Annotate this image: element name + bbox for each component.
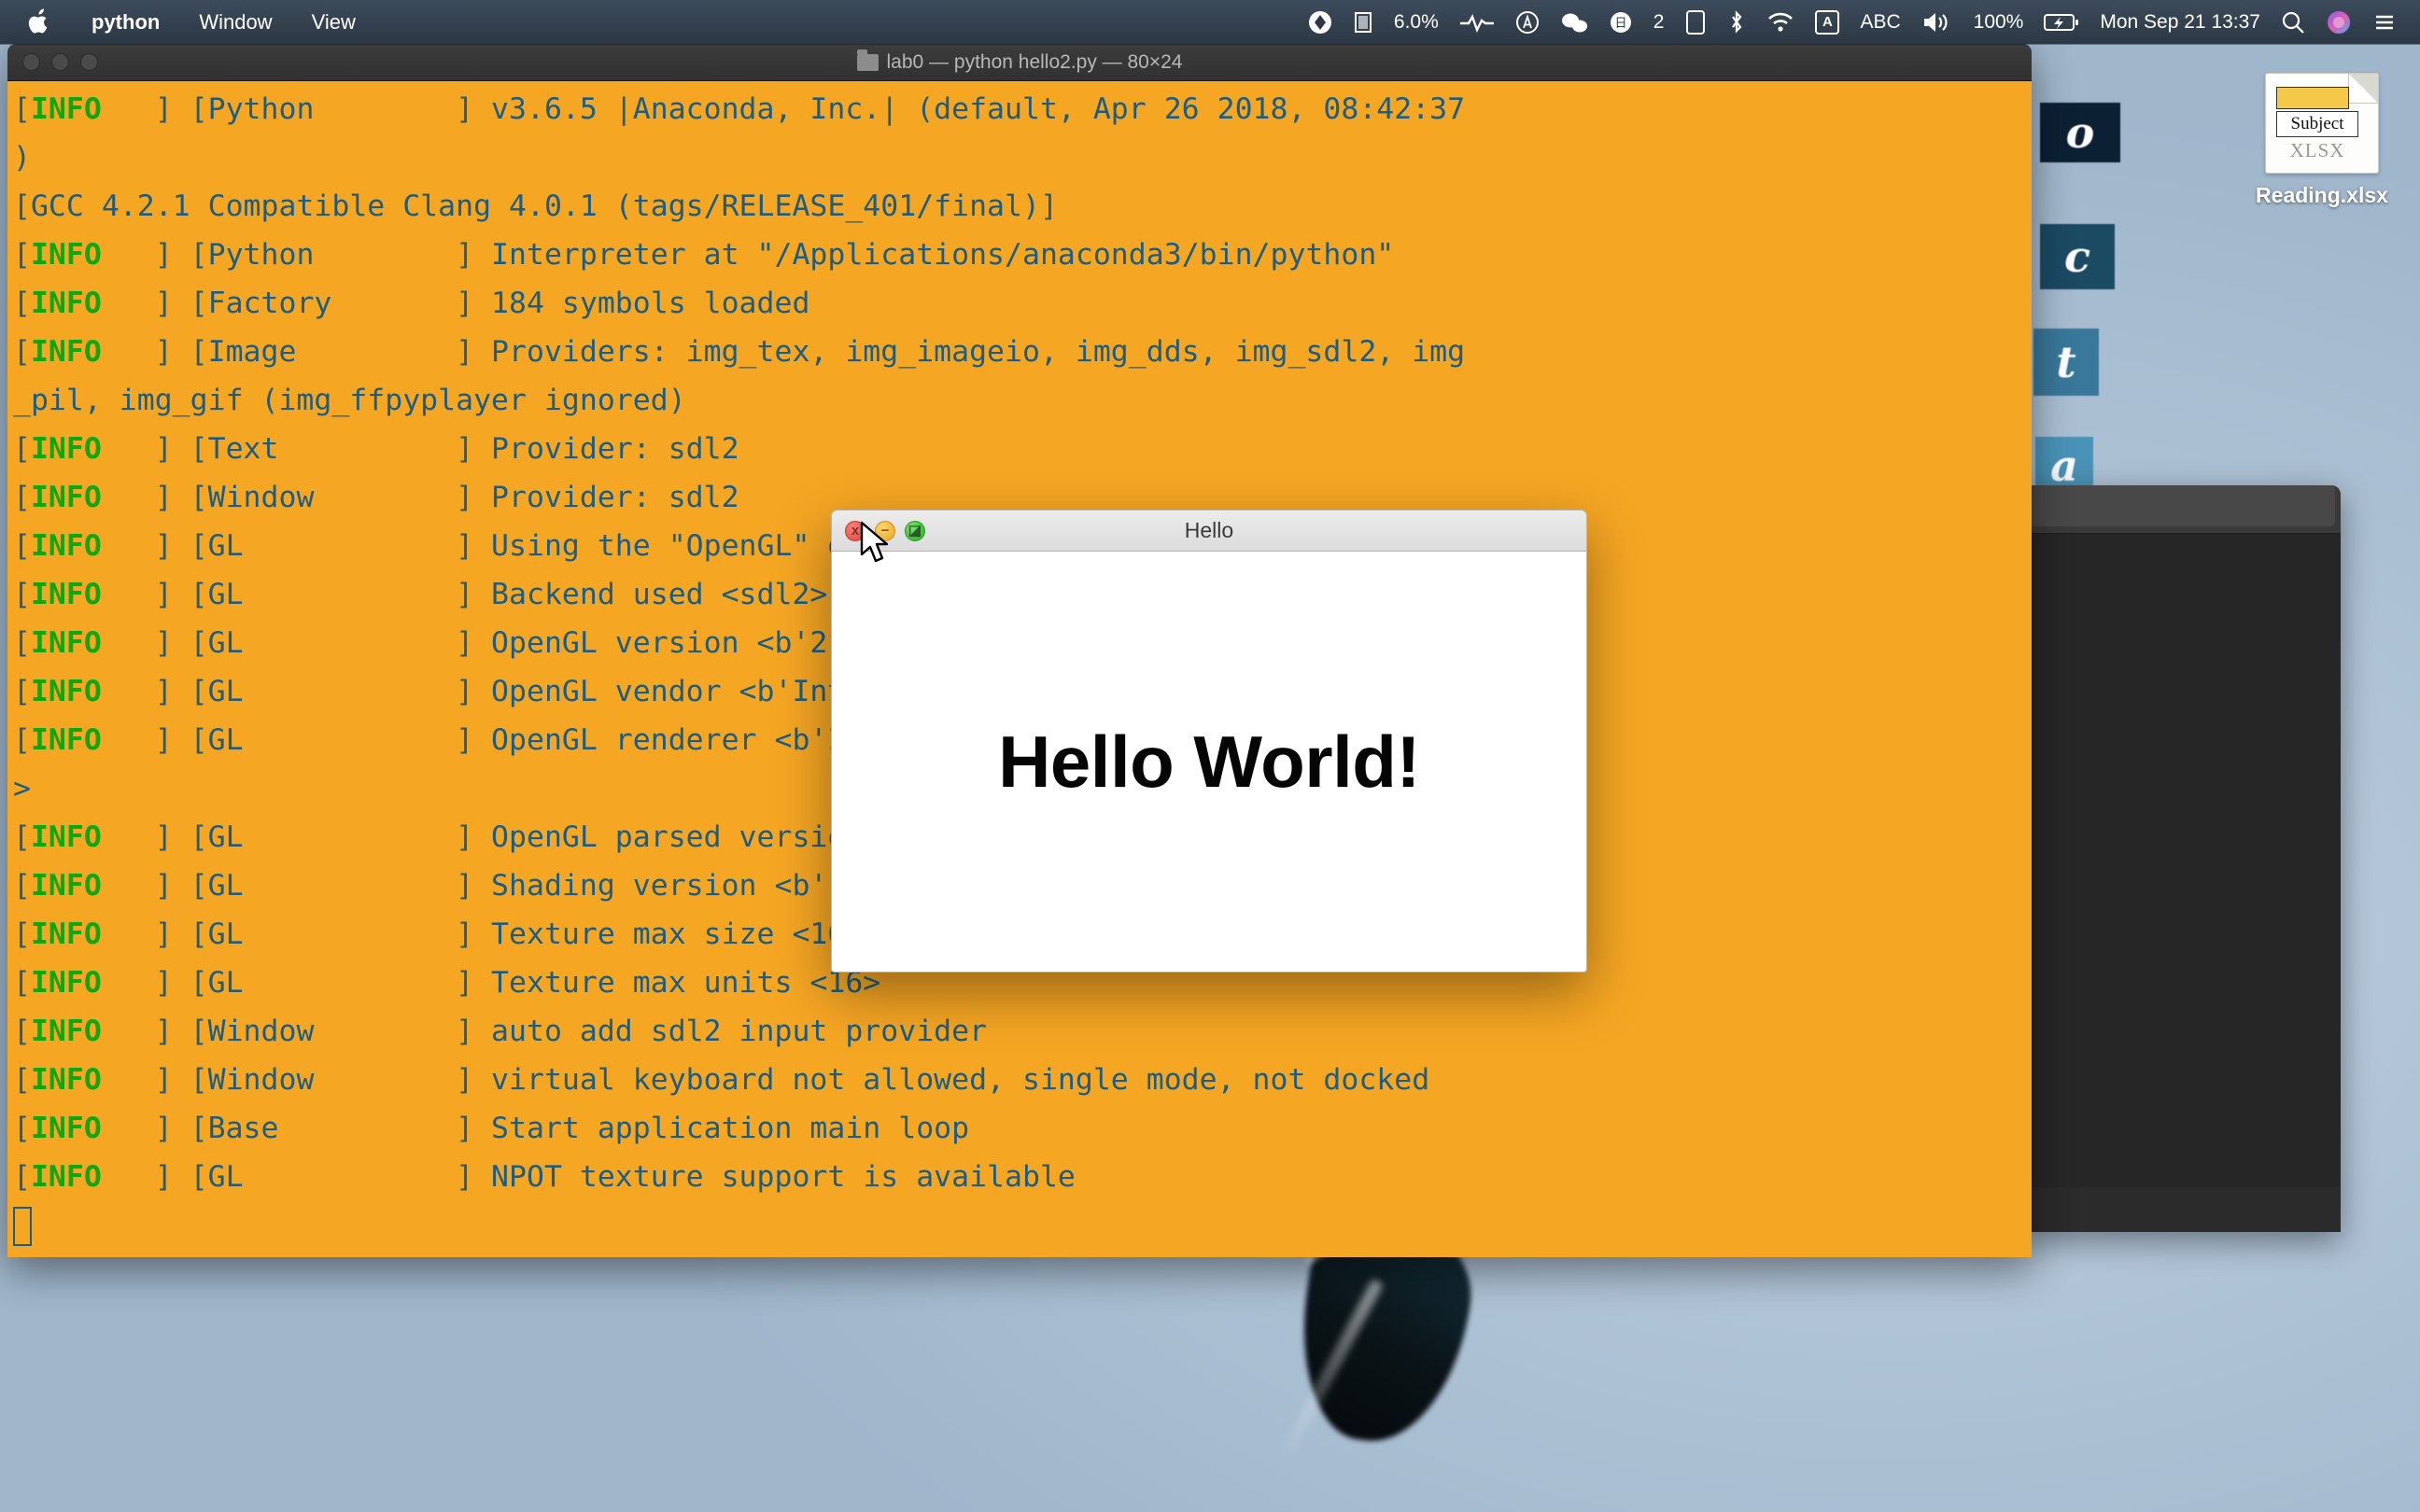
network-activity-icon[interactable] [1449, 0, 1505, 44]
menubar-clock[interactable]: Mon Sep 21 13:37 [2089, 0, 2271, 44]
bluetooth-icon[interactable] [1717, 0, 1756, 44]
notification-center-icon[interactable] [2362, 0, 2407, 44]
menubar-menu-view[interactable]: View [292, 0, 375, 44]
svg-text:日: 日 [1614, 16, 1626, 30]
battery-icon[interactable] [2033, 0, 2089, 44]
menubar-app-name[interactable]: python [72, 0, 179, 44]
terminal-title: lab0 — python hello2.py — 80×24 [7, 49, 2032, 74]
folder-icon [856, 49, 879, 71]
background-window-tabbar[interactable] [2029, 485, 2335, 526]
macos-menubar[interactable]: python Window View 6.0% 日 2 A ABC 100% M… [0, 0, 2420, 44]
hello-world-text: Hello World! [998, 721, 1420, 803]
desktop-file-icon-label: Reading.xlsx [2256, 183, 2388, 207]
dictionary-badge: 2 [1653, 10, 1665, 33]
siri-icon[interactable] [2315, 0, 2362, 44]
dictionary-icon[interactable]: 日 [1598, 0, 1643, 44]
background-terminal-window[interactable] [2023, 485, 2341, 1232]
xlsx-document-icon: Subject XLSX [2265, 73, 2379, 174]
cpu-usage-label: 6.0% [1393, 10, 1439, 33]
menubar-status-group: 6.0% 日 2 A ABC 100% Mon Sep 21 13:37 [1298, 0, 2420, 44]
cpu-monitor-icon[interactable] [1343, 0, 1384, 44]
app-icon-a[interactable] [1505, 0, 1550, 44]
xlsx-preview-type: XLSX [2289, 138, 2345, 161]
wallpaper-letter-c: c [2040, 224, 2115, 289]
wallpaper-letter-o: o [2040, 103, 2120, 162]
background-window-body [2023, 534, 2341, 1187]
menubar-menu-window[interactable]: Window [179, 0, 291, 44]
input-source-letter: A [1815, 9, 1840, 35]
hello-window-titlebar[interactable]: x − ◪ Hello [832, 511, 1586, 552]
menubar-left-group: python Window View [0, 0, 375, 44]
keyboard-layout-label: ABC [1860, 10, 1901, 33]
page-fold-corner [2348, 74, 2378, 104]
wechat-icon[interactable] [1550, 0, 1598, 44]
display-icon[interactable] [1674, 0, 1717, 44]
hello-window[interactable]: x − ◪ Hello Hello World! [831, 510, 1587, 973]
desktop-file-icon-reading-xlsx[interactable]: Subject XLSX Reading.xlsx [2233, 73, 2411, 208]
terminal-title-text: lab0 — python hello2.py — 80×24 [886, 50, 1183, 73]
terminal-cursor [13, 1207, 32, 1246]
battery-percent-label: 100% [1973, 10, 2024, 33]
xlsx-preview-title: Subject [2276, 111, 2358, 137]
wallpaper-letter-t: t [2033, 329, 2099, 396]
apple-menu-icon[interactable] [0, 0, 72, 44]
hello-window-body: Hello World! [832, 552, 1586, 972]
hello-window-title: Hello [1184, 518, 1234, 542]
input-source-icon[interactable]: A [1805, 0, 1850, 44]
background-window-titlebar[interactable] [2023, 485, 2341, 534]
wifi-icon[interactable] [1756, 0, 1805, 44]
terminal-titlebar[interactable]: lab0 — python hello2.py — 80×24 [7, 44, 2032, 81]
mouse-cursor [860, 521, 889, 563]
search-icon[interactable] [2271, 0, 2315, 44]
xlsx-header-band [2276, 87, 2349, 109]
apple-logo-icon [28, 8, 48, 34]
volume-icon[interactable] [1911, 0, 1963, 44]
dropbox-icon[interactable] [1298, 0, 1343, 44]
